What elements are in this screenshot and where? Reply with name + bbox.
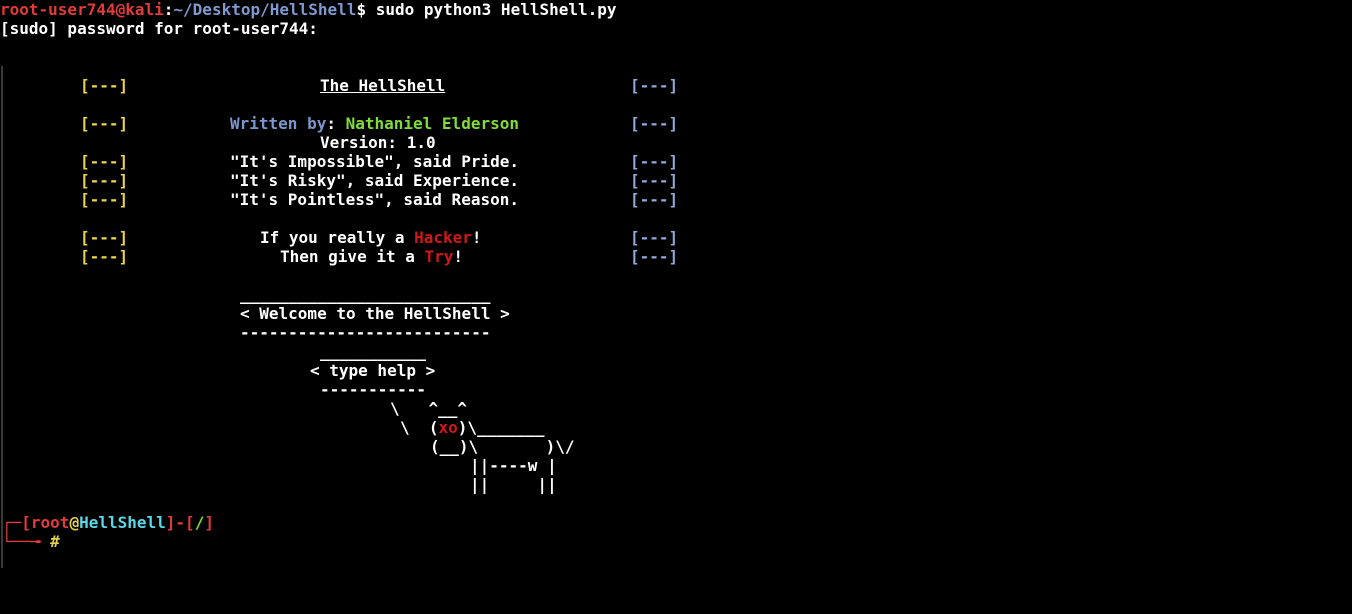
banner-bracket-left: [---] <box>80 76 129 95</box>
prompt-corner-top: ┌─ <box>2 513 22 532</box>
prompt-at-sign: @ <box>69 513 80 532</box>
prompt-colon: : <box>163 0 174 19</box>
banner-bracket-left: [---] <box>80 247 129 266</box>
help-bubble-top: ___________ <box>320 342 426 361</box>
banner-bracket-right: [---] <box>630 247 679 266</box>
banner-version: Version: 1.0 <box>320 133 436 152</box>
banner-author-line: Written by: Nathaniel Elderson <box>230 114 519 133</box>
prompt-host: HellShell <box>79 513 166 532</box>
banner-quote: "It's Impossible", said Pride. <box>230 152 519 171</box>
banner-bracket-right: [---] <box>630 228 679 247</box>
hellshell-prompt-line: ┌─[root@HellShell]-[/] <box>2 513 214 532</box>
prompt-hash: # <box>50 532 60 551</box>
banner-quote: "It's Pointless", said Reason. <box>230 190 519 209</box>
hacker-line-suffix: ! <box>471 228 482 247</box>
hellshell-input-line[interactable]: └──╼ # <box>2 532 60 551</box>
cow-face-left: \ ( <box>400 418 439 437</box>
cow-art-line: ||----w | <box>470 456 557 475</box>
written-by-colon: : <box>326 114 346 133</box>
cow-eyes: xo <box>438 418 458 437</box>
cow-art-line: (__)\ )\/ <box>430 437 575 456</box>
welcome-bubble-top: __________________________ <box>240 285 491 304</box>
shell-command-line: root-user744@kali:~/Desktop/HellShell$ s… <box>0 0 617 19</box>
banner-bracket-right: [---] <box>630 76 679 95</box>
cow-face-right: )\_______ <box>457 418 545 437</box>
banner-bracket-right: [---] <box>630 114 679 133</box>
banner-quote: "It's Risky", said Experience. <box>230 171 519 190</box>
cow-art-line: \ ^__^ <box>390 399 468 418</box>
entered-command: sudo python3 HellShell.py <box>375 0 617 19</box>
welcome-bubble-text: < Welcome to the HellShell > <box>240 304 510 323</box>
banner-bracket-left: [---] <box>80 152 129 171</box>
banner-bracket-left: [---] <box>80 190 129 209</box>
try-word: Try <box>424 247 454 266</box>
prompt-separator: ]-[ <box>165 513 195 532</box>
try-line-suffix: ! <box>453 247 464 266</box>
banner-bracket-left: [---] <box>80 228 129 247</box>
banner-bracket-right: [---] <box>630 190 679 209</box>
prompt-open-bracket: [ <box>21 513 31 532</box>
banner-bracket-right: [---] <box>630 152 679 171</box>
banner-hacker-line: If you really a Hacker! <box>260 228 482 247</box>
written-by-label: Written by <box>230 114 327 133</box>
sudo-password-prompt: [sudo] password for root-user744: <box>0 19 318 38</box>
banner-title: The HellShell <box>320 76 446 95</box>
banner-try-line: Then give it a Try! <box>280 247 463 266</box>
prompt-root-user: root <box>30 513 70 532</box>
prompt-path: ~/Desktop/HellShell <box>173 0 357 19</box>
author-name: Nathaniel Elderson <box>345 114 519 133</box>
help-bubble-text: < type help > <box>310 361 436 380</box>
prompt-close-bracket: ] <box>204 513 214 532</box>
banner-bracket-left: [---] <box>80 114 129 133</box>
terminal-window[interactable]: root-user744@kali:~/Desktop/HellShell$ s… <box>0 0 1352 614</box>
prompt-dir: / <box>194 513 205 532</box>
help-bubble-bottom: ----------- <box>320 380 426 399</box>
cow-art-line: \ (xo)\_______ <box>400 418 545 437</box>
prompt-corner-bottom: └──╼ <box>2 532 51 551</box>
try-line-prefix: Then give it a <box>280 247 425 266</box>
hacker-line-prefix: If you really a <box>260 228 415 247</box>
terminal-left-border <box>1 66 3 568</box>
hacker-word: Hacker <box>414 228 472 247</box>
prompt-user-host: root-user744@kali <box>0 0 164 19</box>
cow-art-line: || || <box>470 475 557 494</box>
banner-bracket-left: [---] <box>80 171 129 190</box>
welcome-bubble-bottom: -------------------------- <box>240 323 491 342</box>
banner-bracket-right: [---] <box>630 171 679 190</box>
prompt-dollar: $ <box>356 0 376 19</box>
